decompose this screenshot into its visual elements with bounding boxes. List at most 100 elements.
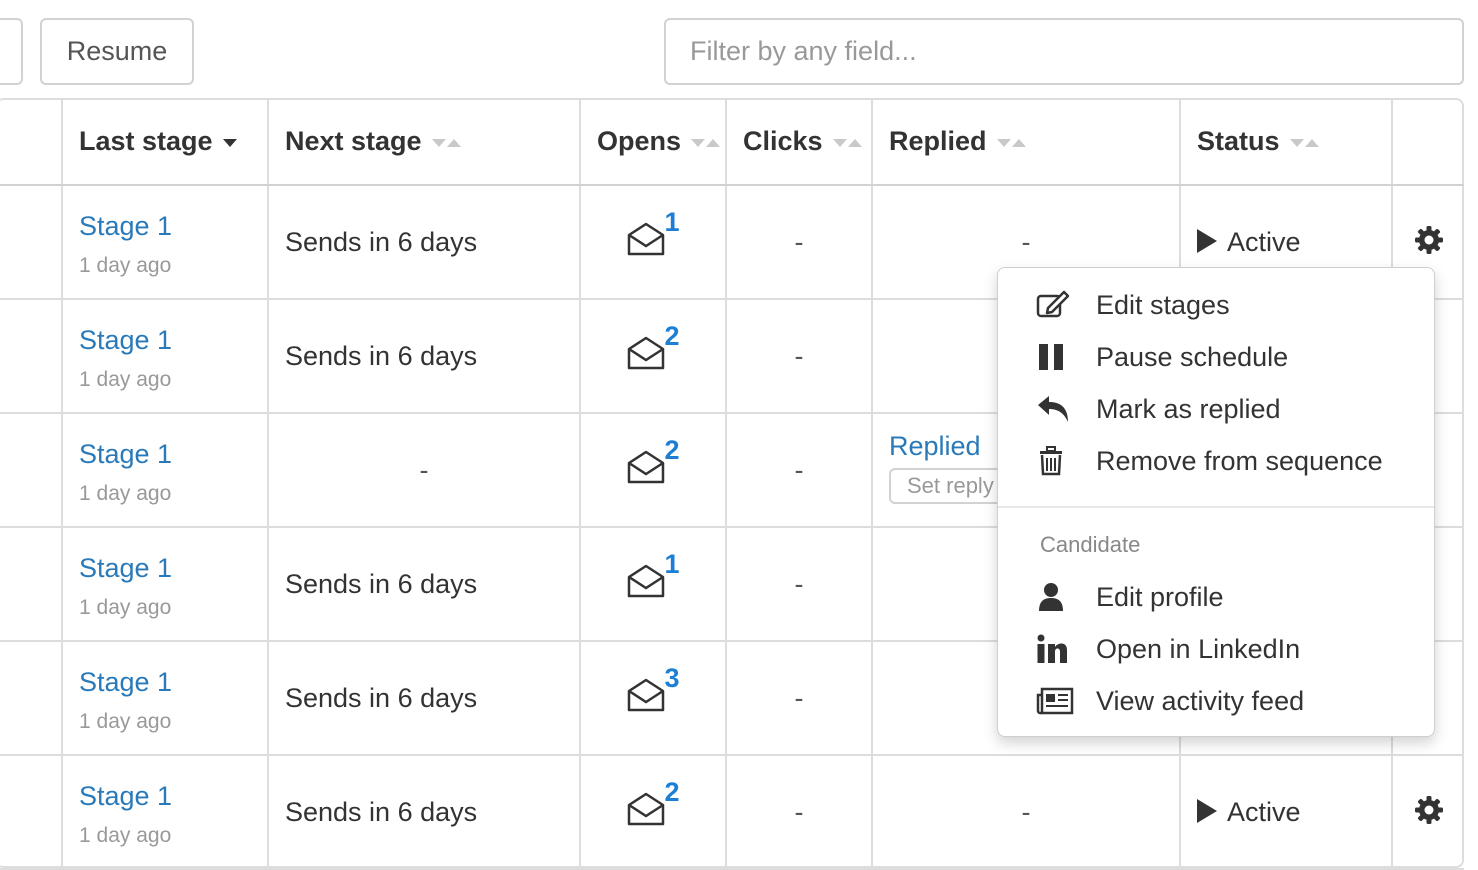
opens-count: 1 [664, 206, 680, 237]
menu-label: Edit profile [1096, 581, 1224, 612]
cut-cell [0, 413, 63, 528]
header-label: Last stage [79, 126, 213, 156]
stage-time: 1 day ago [79, 253, 172, 277]
opens-cell: 1 [580, 185, 727, 300]
next-stage-cell: Sends in 6 days [268, 299, 581, 414]
sort-icon [691, 138, 723, 148]
opens-cell: 2 [580, 755, 727, 870]
cut-cell [0, 641, 63, 756]
linkedin-icon [1036, 634, 1096, 664]
newspaper-icon [1036, 687, 1096, 715]
gear-icon[interactable] [1414, 225, 1444, 255]
next-stage-cell: - [268, 413, 581, 528]
header-label: Status [1197, 126, 1280, 156]
header-label: Replied [889, 126, 987, 156]
next-stage-cell: Sends in 6 days [268, 755, 581, 870]
user-icon [1036, 582, 1096, 612]
opens-count: 1 [664, 548, 680, 579]
play-icon [1197, 799, 1217, 824]
menu-label: Pause schedule [1096, 341, 1289, 372]
pause-icon [1036, 343, 1096, 371]
clicks-cell: - [726, 413, 873, 528]
set-reply-button[interactable]: Set reply [889, 467, 1012, 504]
cut-cell [0, 299, 63, 414]
cut-cell [0, 755, 63, 870]
last-stage-cell: Stage 1 1 day ago [62, 641, 269, 756]
menu-label: Mark as replied [1096, 393, 1281, 424]
opens-indicator[interactable]: 2 [626, 435, 680, 485]
table-header-row: Last stage Next stage Opens Clicks Repli… [0, 99, 1464, 186]
stage-link[interactable]: Stage 1 [79, 211, 267, 242]
opens-indicator[interactable]: 3 [626, 663, 680, 713]
envelope-open-icon [628, 792, 665, 825]
clicks-cell: - [726, 185, 873, 300]
menu-item-pause-schedule[interactable]: Pause schedule [998, 333, 1434, 381]
table-row: Stage 1 1 day ago Sends in 6 days 2 - - … [0, 755, 1464, 870]
next-stage-cell: Sends in 6 days [268, 527, 581, 642]
status-label: Active [1227, 796, 1301, 827]
actions-cell [1392, 755, 1464, 870]
gear-icon[interactable] [1414, 795, 1444, 825]
trash-icon [1036, 446, 1096, 476]
stage-link[interactable]: Stage 1 [79, 325, 267, 356]
header-status[interactable]: Status [1180, 99, 1393, 186]
menu-item-edit-profile[interactable]: Edit profile [998, 573, 1434, 621]
cut-cell [0, 185, 63, 300]
menu-item-remove[interactable]: Remove from sequence [998, 437, 1434, 485]
header-opens[interactable]: Opens [580, 99, 727, 186]
envelope-open-icon [628, 564, 665, 597]
opens-cell: 1 [580, 527, 727, 642]
header-replied[interactable]: Replied [872, 99, 1181, 186]
header-next-stage[interactable]: Next stage [268, 99, 581, 186]
stage-time: 1 day ago [79, 709, 172, 733]
stage-time: 1 day ago [79, 481, 172, 505]
stage-link[interactable]: Stage 1 [79, 439, 267, 470]
header-last-stage[interactable]: Last stage [62, 99, 269, 186]
opens-count: 3 [664, 662, 680, 693]
stage-time: 1 day ago [79, 823, 172, 847]
header-clicks[interactable]: Clicks [726, 99, 873, 186]
last-stage-cell: Stage 1 1 day ago [62, 755, 269, 870]
opens-count: 2 [664, 776, 680, 807]
play-icon [1197, 229, 1217, 254]
sort-icon [832, 138, 865, 148]
menu-divider [998, 506, 1434, 508]
stage-link[interactable]: Stage 1 [79, 667, 267, 698]
opens-count: 2 [664, 320, 680, 351]
sort-icon [431, 138, 464, 148]
opens-cell: 2 [580, 413, 727, 528]
header-label: Opens [597, 126, 682, 156]
stage-link[interactable]: Stage 1 [79, 781, 267, 812]
stage-time: 1 day ago [79, 595, 172, 619]
menu-item-view-activity[interactable]: View activity feed [998, 677, 1434, 725]
stage-link[interactable]: Stage 1 [79, 553, 267, 584]
clicks-cell: - [726, 755, 873, 870]
replied-cell: - [872, 755, 1181, 870]
opens-indicator[interactable]: 1 [626, 207, 680, 257]
header-actions [1392, 99, 1464, 186]
opens-cell: 3 [580, 641, 727, 756]
last-stage-cell: Stage 1 1 day ago [62, 185, 269, 300]
clicks-cell: - [726, 299, 873, 414]
menu-section-header: Candidate [1040, 532, 1141, 557]
sort-desc-icon [222, 138, 237, 147]
resume-button[interactable]: Resume [40, 18, 194, 85]
opens-indicator[interactable]: 1 [626, 549, 680, 599]
menu-item-edit-stages[interactable]: Edit stages [998, 281, 1434, 329]
next-stage-cell: Sends in 6 days [268, 641, 581, 756]
header-label: Clicks [743, 126, 823, 156]
next-stage-cell: Sends in 6 days [268, 185, 581, 300]
sort-icon [996, 138, 1029, 148]
filter-input[interactable] [664, 18, 1464, 85]
last-stage-cell: Stage 1 1 day ago [62, 413, 269, 528]
menu-label: Edit stages [1096, 289, 1230, 320]
menu-label: Remove from sequence [1096, 445, 1383, 476]
menu-item-mark-replied[interactable]: Mark as replied [998, 385, 1434, 433]
opens-indicator[interactable]: 2 [626, 777, 680, 827]
menu-item-open-linkedin[interactable]: Open in LinkedIn [998, 625, 1434, 673]
opens-indicator[interactable]: 2 [626, 321, 680, 371]
header-label: Next stage [285, 126, 422, 156]
envelope-open-icon [628, 336, 665, 369]
opens-count: 2 [664, 434, 680, 465]
partial-toolbar-button[interactable] [0, 18, 23, 85]
